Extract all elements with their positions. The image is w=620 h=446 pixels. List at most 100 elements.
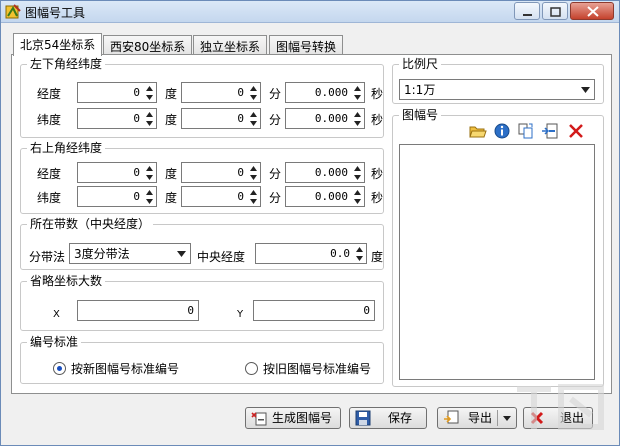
- generate-button[interactable]: 生成图幅号: [245, 407, 341, 429]
- split-divider: [497, 410, 498, 426]
- open-folder-icon[interactable]: [469, 122, 487, 140]
- spin-up-icon[interactable]: [247, 84, 260, 93]
- false-coords-title: 省略坐标大数: [27, 274, 106, 288]
- upper-right-lat-sec-unit: 秒: [371, 191, 384, 205]
- spin-down-icon[interactable]: [351, 197, 364, 206]
- upper-right-lat-min-input[interactable]: 0: [181, 186, 261, 207]
- save-button[interactable]: 保存: [349, 407, 427, 429]
- upper-right-lon-label: 经度: [37, 167, 62, 181]
- spin-up-icon[interactable]: [351, 110, 364, 119]
- central-meridian-input[interactable]: 0.0: [255, 243, 367, 264]
- info-icon[interactable]: [493, 122, 511, 140]
- lower-left-lon-deg-input[interactable]: 0: [77, 82, 157, 103]
- spin-down-icon[interactable]: [247, 119, 260, 128]
- upper-right-lon-min-input[interactable]: 0: [181, 162, 261, 183]
- spin-up-icon[interactable]: [143, 164, 156, 173]
- spin-up-icon[interactable]: [143, 188, 156, 197]
- minimize-icon: [523, 14, 532, 16]
- spin-down-icon[interactable]: [351, 173, 364, 182]
- spin-down-icon[interactable]: [351, 119, 364, 128]
- spin-down-icon[interactable]: [143, 93, 156, 102]
- close-window-button[interactable]: [570, 2, 614, 20]
- spin-up-icon[interactable]: [247, 110, 260, 119]
- upper-right-lon-sec-unit: 秒: [371, 167, 384, 181]
- spin-down-icon[interactable]: [353, 254, 366, 263]
- sheet-group: 图幅号: [392, 108, 604, 387]
- maximize-button[interactable]: [542, 2, 568, 20]
- tab-panel: 左下角经纬度 经度 0 度 0 分 0.000 秒 纬度 0 度 0 分 0.0…: [11, 54, 612, 394]
- x-offset-input[interactable]: 0: [77, 300, 199, 321]
- lower-left-group: 左下角经纬度 经度 0 度 0 分 0.000 秒 纬度 0 度 0 分 0.0…: [20, 57, 384, 138]
- delete-icon[interactable]: [567, 122, 585, 140]
- upper-right-title: 右上角经纬度: [27, 141, 106, 155]
- lower-left-lon-min-input[interactable]: 0: [181, 82, 261, 103]
- copy-icon[interactable]: [517, 122, 535, 140]
- lower-left-lon-sec-input[interactable]: 0.000: [285, 82, 365, 103]
- zone-method-label: 分带法: [29, 250, 66, 264]
- y-label: Y: [237, 309, 244, 320]
- lower-left-lat-deg-input[interactable]: 0: [77, 108, 157, 129]
- spin-down-icon[interactable]: [351, 93, 364, 102]
- zone-title: 所在带数（中央经度）: [27, 217, 154, 231]
- chevron-down-icon[interactable]: [503, 416, 511, 421]
- spin-up-icon[interactable]: [351, 188, 364, 197]
- spin-up-icon[interactable]: [351, 84, 364, 93]
- spin-down-icon[interactable]: [247, 173, 260, 182]
- watermark-logo: [517, 384, 604, 430]
- upper-right-lon-sec-input[interactable]: 0.000: [285, 162, 365, 183]
- spin-up-icon[interactable]: [247, 164, 260, 173]
- new-standard-label[interactable]: 按新图幅号标准编号: [71, 362, 179, 376]
- sheet-number-list[interactable]: [399, 144, 595, 380]
- upper-right-group: 右上角经纬度 经度 0 度 0 分 0.000 秒 纬度 0 度 0 分 0.0…: [20, 141, 384, 214]
- central-meridian-label: 中央经度: [197, 250, 246, 264]
- lower-left-lat-min-input[interactable]: 0: [181, 108, 261, 129]
- upper-right-lon-deg-input[interactable]: 0: [77, 162, 157, 183]
- spin-down-icon[interactable]: [143, 197, 156, 206]
- new-standard-radio[interactable]: [53, 362, 66, 375]
- map-icon: [5, 4, 21, 19]
- radio-selected-dot: [57, 366, 62, 371]
- lower-left-lat-sec-unit: 秒: [371, 113, 384, 127]
- spin-up-icon[interactable]: [351, 164, 364, 173]
- save-icon: [355, 410, 371, 426]
- x-label: X: [53, 309, 60, 320]
- lower-left-lon-sec-unit: 秒: [371, 87, 384, 101]
- upper-right-lon-deg-unit: 度: [165, 167, 178, 181]
- upper-right-lat-min-unit: 分: [269, 191, 282, 205]
- tab-xian80[interactable]: 西安80坐标系: [103, 35, 193, 55]
- spin-down-icon[interactable]: [143, 119, 156, 128]
- lower-left-lon-deg-unit: 度: [165, 87, 178, 101]
- main-window: 图幅号工具 北京54坐标系 西安80坐标系 独立坐标系 图幅号转换 左下角经纬度…: [0, 0, 620, 446]
- spin-up-icon[interactable]: [353, 245, 366, 254]
- old-standard-label[interactable]: 按旧图幅号标准编号: [263, 362, 371, 376]
- title-bar: 图幅号工具: [1, 1, 619, 23]
- tab-sheet-convert[interactable]: 图幅号转换: [269, 35, 344, 55]
- lower-left-lat-sec-input[interactable]: 0.000: [285, 108, 365, 129]
- minimize-button[interactable]: [514, 2, 540, 20]
- spin-down-icon[interactable]: [247, 93, 260, 102]
- generate-icon: [251, 412, 267, 426]
- upper-right-lat-deg-input[interactable]: 0: [77, 186, 157, 207]
- spin-down-icon[interactable]: [247, 197, 260, 206]
- export-button[interactable]: 导出: [437, 407, 517, 429]
- false-coords-group: 省略坐标大数 X 0 Y 0: [20, 274, 384, 331]
- chevron-down-icon: [581, 87, 590, 93]
- standard-title: 编号标准: [27, 335, 82, 349]
- y-offset-input[interactable]: 0: [253, 300, 375, 321]
- upper-right-lat-label: 纬度: [37, 191, 62, 205]
- upper-right-lat-sec-input[interactable]: 0.000: [285, 186, 365, 207]
- zone-method-select[interactable]: 3度分带法: [69, 243, 191, 264]
- old-standard-radio[interactable]: [245, 362, 258, 375]
- spin-up-icon[interactable]: [247, 188, 260, 197]
- spin-down-icon[interactable]: [143, 173, 156, 182]
- window-title: 图幅号工具: [25, 6, 86, 20]
- lower-left-lon-label: 经度: [37, 87, 62, 101]
- lower-left-lat-deg-unit: 度: [165, 113, 178, 127]
- tab-beijing54[interactable]: 北京54坐标系: [13, 33, 103, 56]
- spin-up-icon[interactable]: [143, 84, 156, 93]
- zone-group: 所在带数（中央经度） 分带法 3度分带法 中央经度 0.0 度: [20, 217, 384, 270]
- export-icon[interactable]: [541, 122, 559, 140]
- tab-independent[interactable]: 独立坐标系: [193, 35, 268, 55]
- spin-up-icon[interactable]: [143, 110, 156, 119]
- scale-select[interactable]: 1:1万: [399, 79, 595, 100]
